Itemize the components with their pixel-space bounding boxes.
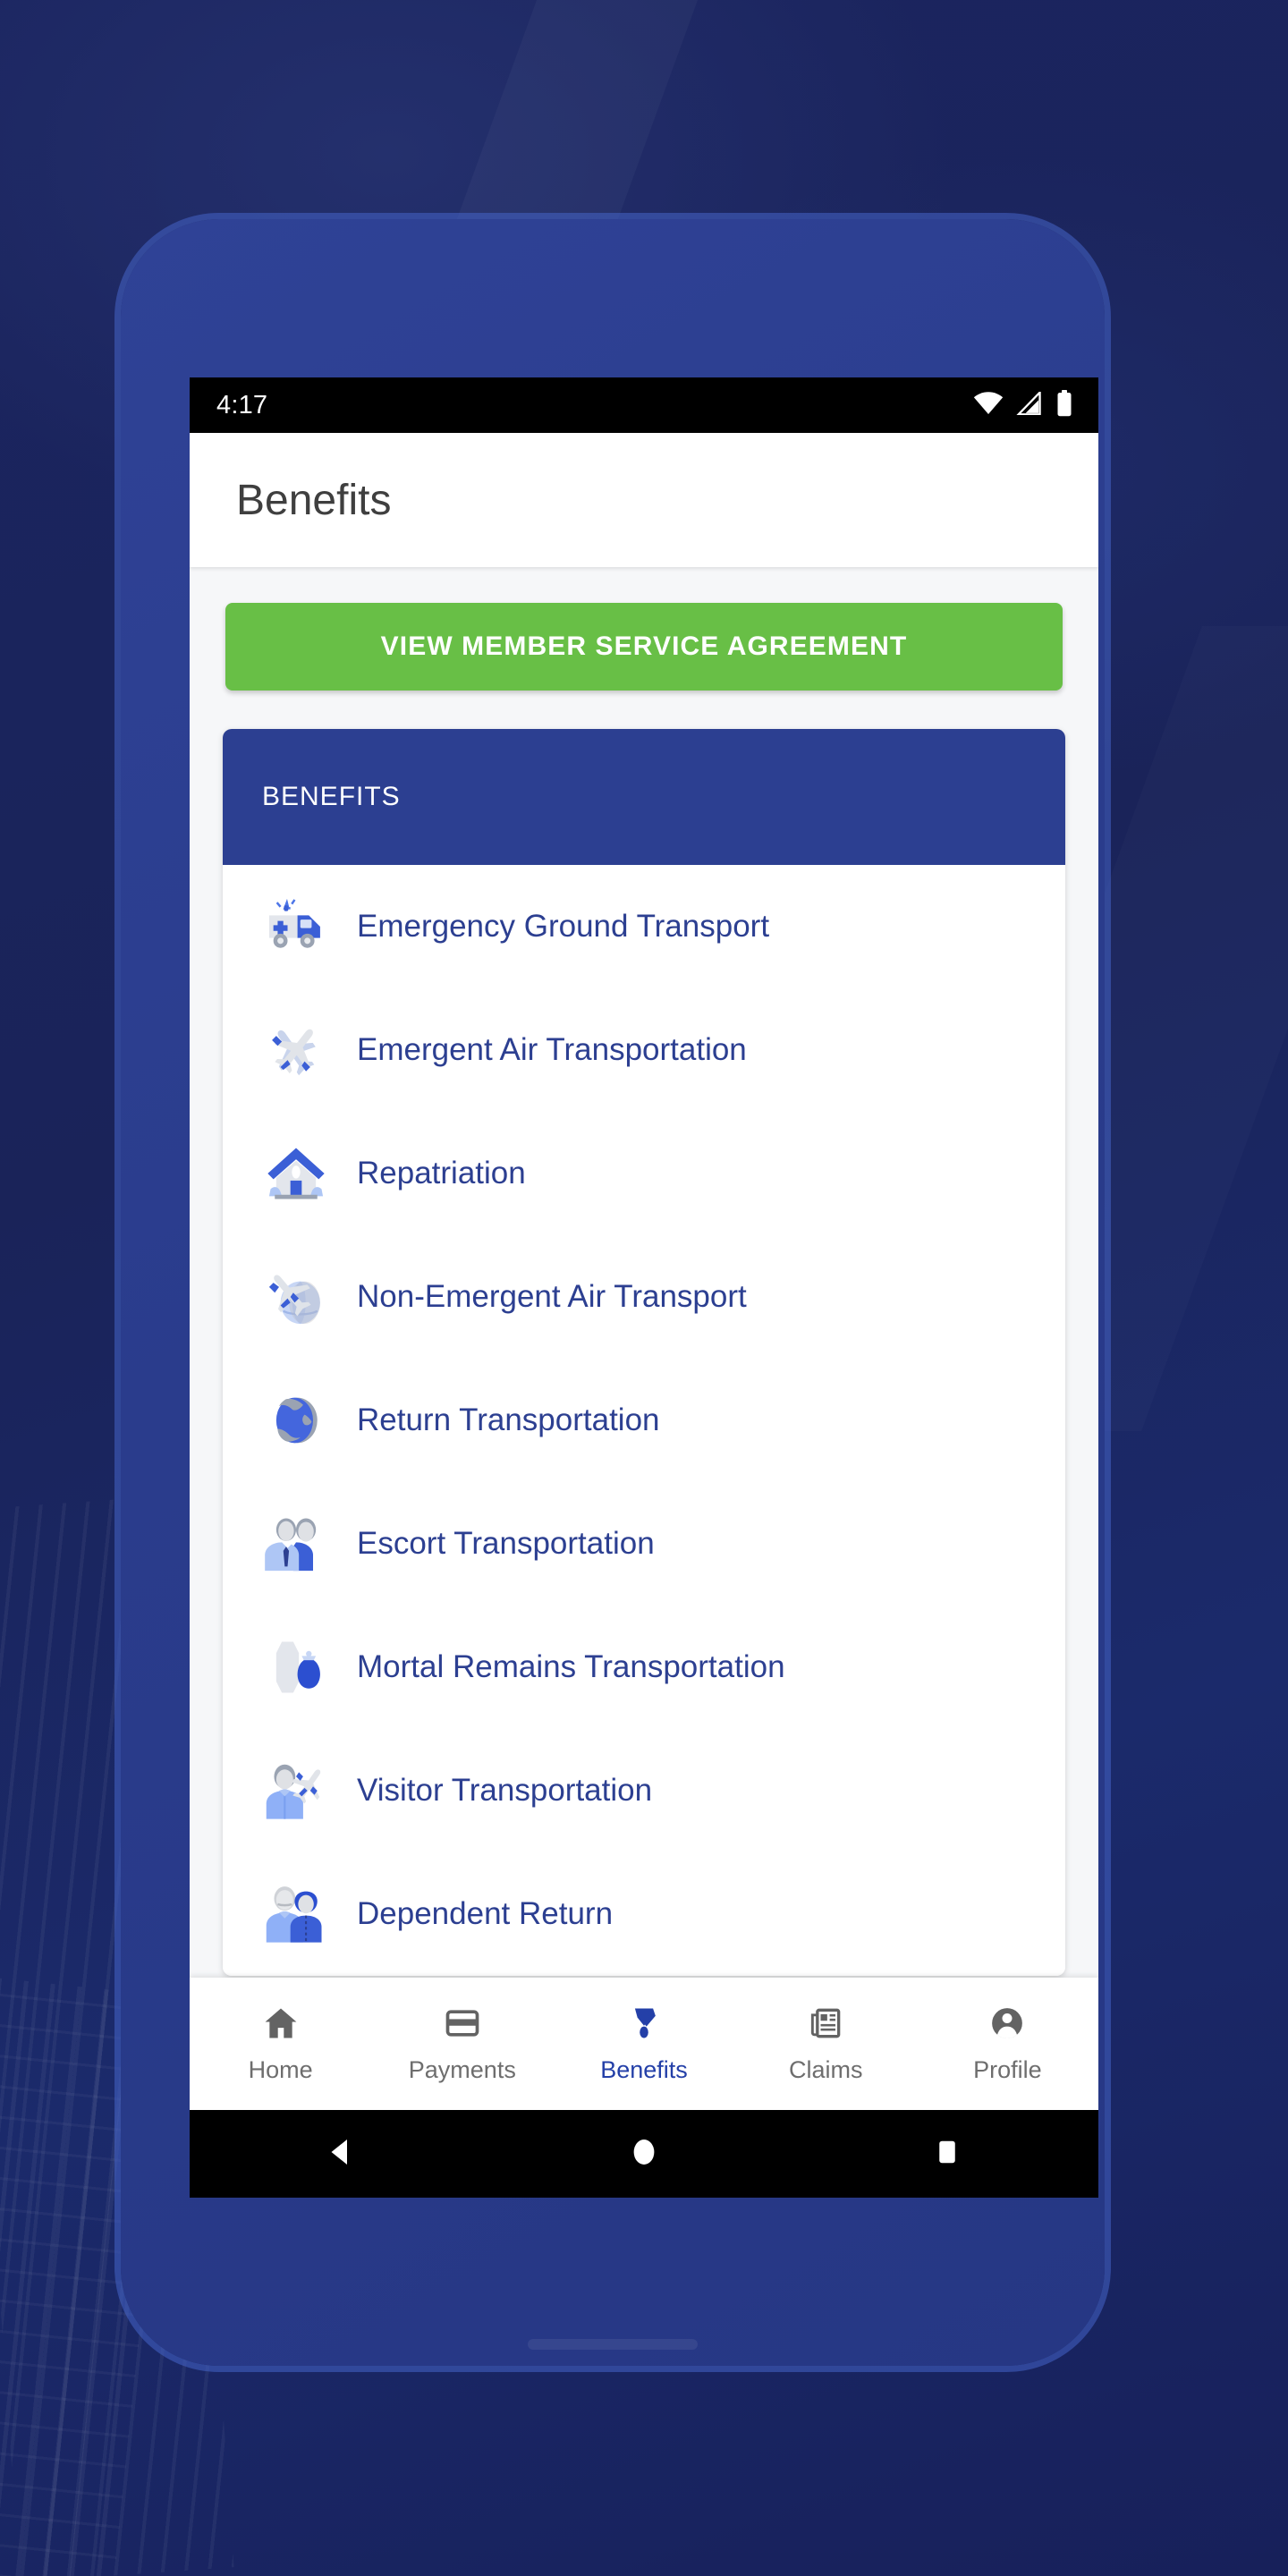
benefits-card-header-label: BENEFITS [262, 782, 401, 811]
benefit-row[interactable]: Return Transportation [223, 1359, 1065, 1499]
nav-item-label: Benefits [600, 2056, 688, 2083]
status-bar: 4:17 [190, 377, 1098, 433]
person-icon [987, 2004, 1027, 2047]
benefit-row-label: Escort Transportation [344, 1526, 1065, 1623]
casket-urn-icon [248, 1636, 344, 1699]
cellular-signal-icon [1015, 389, 1043, 419]
circle-home-icon[interactable] [625, 2133, 663, 2175]
benefit-row-label: Emergent Air Transportation [344, 1032, 1065, 1129]
nav-item-label: Payments [408, 2056, 516, 2083]
nav-item-benefits[interactable]: Benefits [553, 2004, 734, 2084]
nav-item-label: Profile [973, 2056, 1042, 2083]
benefit-row[interactable]: Non-Emergent Air Transport [223, 1235, 1065, 1376]
home-icon [261, 2004, 301, 2047]
house-icon [248, 1142, 344, 1205]
nav-item-home[interactable]: Home [190, 2004, 371, 2084]
benefit-row[interactable]: Escort Transportation [223, 1482, 1065, 1623]
benefit-row-label: Emergency Ground Transport [344, 909, 1065, 1005]
status-bar-clock: 4:17 [216, 390, 268, 419]
nav-item-label: Claims [788, 2056, 863, 2083]
wallpaper-streak [452, 0, 710, 233]
triangle-back-icon[interactable] [322, 2133, 360, 2175]
benefit-row[interactable]: Repatriation [223, 1112, 1065, 1252]
couple-icon [248, 1883, 344, 1945]
scroll-content[interactable]: VIEW MEMBER SERVICE AGREEMENT BENEFITS E… [190, 567, 1098, 2056]
view-member-service-agreement-button[interactable]: VIEW MEMBER SERVICE AGREEMENT [225, 603, 1063, 691]
two-people-icon [248, 1513, 344, 1575]
phone-screen: 4:17 Benefits VIEW MEMBER SERVICE AGREEM… [190, 377, 1098, 2198]
nav-item-profile[interactable]: Profile [917, 2004, 1098, 2084]
benefit-row[interactable]: Visitor Transportation [223, 1729, 1065, 1869]
nav-item-payments[interactable]: Payments [371, 2004, 553, 2084]
globe-icon [248, 1389, 344, 1452]
benefits-card-header: BENEFITS [223, 729, 1065, 865]
square-recents-icon[interactable] [928, 2133, 966, 2175]
benefit-row-label: Return Transportation [344, 1402, 1065, 1499]
benefit-row[interactable]: Emergency Ground Transport [223, 865, 1065, 1005]
benefit-row-label: Visitor Transportation [344, 1773, 1065, 1869]
benefit-row-label: Mortal Remains Transportation [344, 1649, 1065, 1746]
bottom-navigation-bar: Home Payments Benefits Claims Profile [190, 1978, 1098, 2110]
airplane-icon [248, 1019, 344, 1081]
benefit-row[interactable]: Emergent Air Transportation [223, 988, 1065, 1129]
status-bar-icons [973, 389, 1073, 421]
benefit-row-label: Dependent Return [344, 1896, 1065, 1932]
airplane-globe-icon [248, 1266, 344, 1328]
benefit-row[interactable]: Mortal Remains Transportation [223, 1606, 1065, 1746]
person-airplane-icon [248, 1759, 344, 1822]
wifi-icon [973, 391, 1004, 419]
benefits-card: BENEFITS Emergency Ground Transport Emer… [223, 729, 1065, 1976]
card-icon [443, 2004, 482, 2047]
ambulance-icon [248, 895, 344, 958]
nav-item-label: Home [248, 2056, 313, 2083]
benefit-row-label: Non-Emergent Air Transport [344, 1279, 1065, 1376]
battery-icon [1055, 389, 1073, 421]
shield-badge-icon [624, 2004, 664, 2047]
nav-item-claims[interactable]: Claims [735, 2004, 917, 2084]
document-icon [806, 2004, 845, 2047]
benefit-row[interactable]: Dependent Return [223, 1852, 1065, 1976]
page-title: Benefits [236, 476, 392, 524]
android-system-nav [190, 2110, 1098, 2198]
benefit-row-label: Repatriation [344, 1156, 1065, 1252]
app-bar: Benefits [190, 433, 1098, 567]
